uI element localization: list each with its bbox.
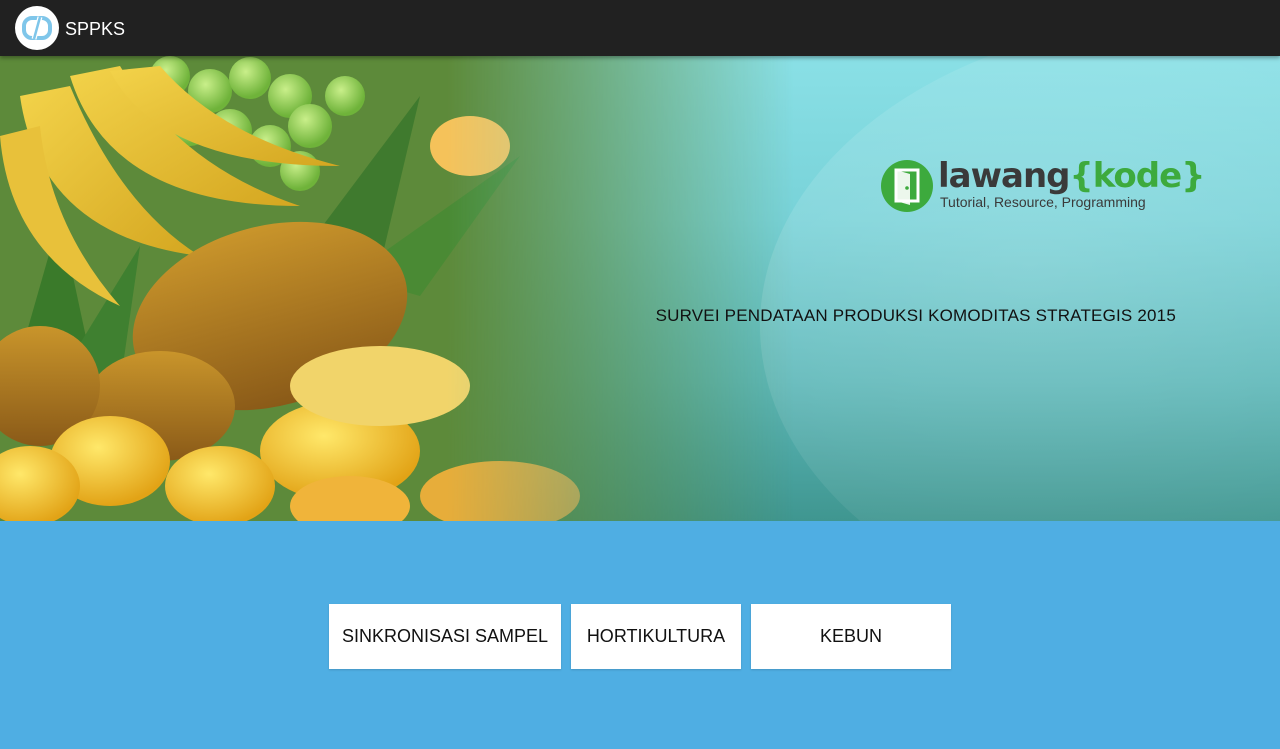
- logo-wordmark: lawang{kode}: [938, 156, 1205, 196]
- logo-brace-word: kode: [1092, 156, 1182, 196]
- logo-word: lawang: [938, 156, 1070, 196]
- door-logo-icon: [881, 160, 933, 212]
- logo-brace-open: {: [1069, 156, 1094, 196]
- sync-sample-button[interactable]: SINKRONISASI SAMPEL: [329, 604, 561, 669]
- code-logo-icon[interactable]: [15, 6, 59, 50]
- horticulture-button[interactable]: HORTIKULTURA: [571, 604, 741, 669]
- lawangkode-logo: lawang{kode} Tutorial, Resource, Program…: [880, 156, 1205, 216]
- logo-brace-close: }: [1181, 156, 1205, 196]
- survey-title: SURVEI PENDATAAN PRODUKSI KOMODITAS STRA…: [655, 306, 1176, 325]
- plantation-button[interactable]: KEBUN: [751, 604, 951, 669]
- logo-tagline: Tutorial, Resource, Programming: [940, 194, 1146, 210]
- app-title: SPPKS: [65, 19, 126, 39]
- app-screen: SPPKS lawang{kode} Tutorial, Resource, P…: [0, 0, 1280, 749]
- hero-banner: lawang{kode} Tutorial, Resource, Program…: [0, 56, 1280, 521]
- action-bar: SPPKS: [0, 0, 1280, 56]
